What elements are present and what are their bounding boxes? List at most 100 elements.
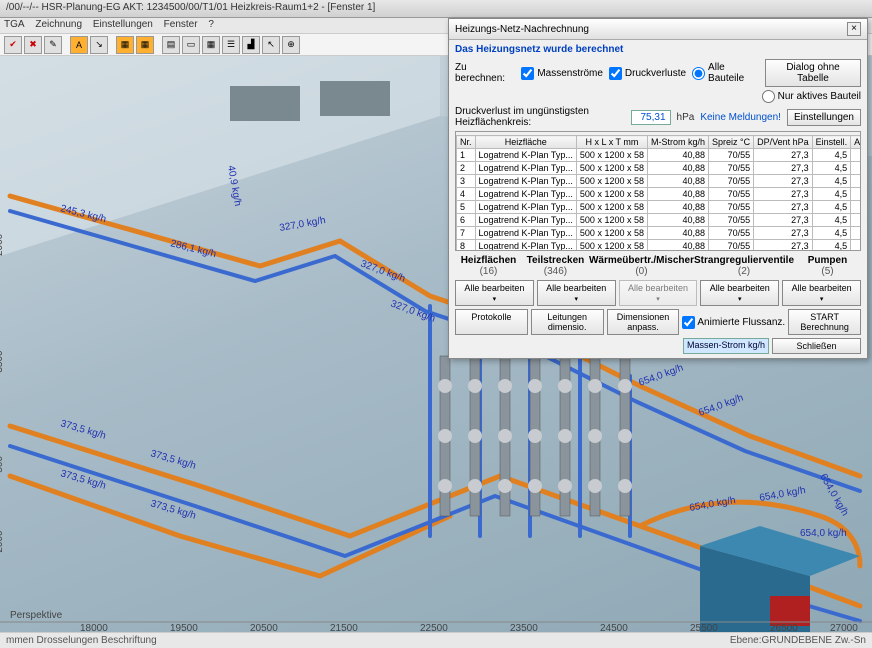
table-row[interactable]: 8Logatrend K-Plan Typ...500 x 1200 x 584… bbox=[457, 240, 862, 252]
svg-text:654,0 kg/h: 654,0 kg/h bbox=[759, 485, 807, 504]
table-row[interactable]: 6Logatrend K-Plan Typ...500 x 1200 x 584… bbox=[457, 214, 862, 227]
col-header[interactable]: Nr. bbox=[457, 136, 476, 149]
section-header: Wärmeübertr./Mischer(0) bbox=[589, 255, 694, 277]
svg-text:19500: 19500 bbox=[170, 623, 198, 632]
table-row[interactable]: 2Logatrend K-Plan Typ...500 x 1200 x 584… bbox=[457, 162, 862, 175]
svg-text:22500: 22500 bbox=[420, 623, 448, 632]
menu-help[interactable]: ? bbox=[208, 19, 214, 30]
menu-fenster[interactable]: Fenster bbox=[164, 19, 198, 30]
svg-text:24500: 24500 bbox=[600, 623, 628, 632]
tool-cal-icon[interactable]: ▦ bbox=[202, 36, 220, 54]
svg-text:25500: 25500 bbox=[690, 623, 718, 632]
btn-edit-all[interactable]: Alle bearbeiten ▾ bbox=[700, 280, 779, 306]
tool-x-icon[interactable]: ✖ bbox=[24, 36, 42, 54]
btn-leitungen[interactable]: Leitungen dimensio. bbox=[531, 309, 604, 335]
tool-arrow-icon[interactable]: ↘ bbox=[90, 36, 108, 54]
btn-protokolle[interactable]: Protokolle bbox=[455, 309, 528, 335]
svg-text:26500: 26500 bbox=[770, 623, 798, 632]
col-header[interactable]: H x L x T mm bbox=[576, 136, 647, 149]
svg-text:-500: -500 bbox=[0, 456, 5, 476]
dialog-message: Das Heizungsnetz wurde berechnet bbox=[455, 44, 861, 55]
btn-dimension[interactable]: Dimensionen anpass. bbox=[607, 309, 680, 335]
svg-text:27000: 27000 bbox=[830, 623, 858, 632]
cb-dp[interactable]: Druckverluste bbox=[609, 67, 686, 80]
tool-edit-icon[interactable]: ✎ bbox=[44, 36, 62, 54]
mass-select[interactable]: Massen-Strom kg/h bbox=[683, 338, 769, 354]
results-table: Nr.HeizflächeH x L x T mmM-Strom kg/hSpr… bbox=[456, 135, 861, 251]
col-header[interactable]: Einstell. bbox=[812, 136, 851, 149]
btn-start[interactable]: START Berechnung bbox=[788, 309, 861, 335]
dp-label: Druckverlust im ungünstigsten Heizfläche… bbox=[455, 106, 625, 128]
table-row[interactable]: 5Logatrend K-Plan Typ...500 x 1200 x 584… bbox=[457, 201, 862, 214]
svg-text:654,0 kg/h: 654,0 kg/h bbox=[689, 495, 737, 514]
tool-grid2-icon[interactable]: ▦ bbox=[136, 36, 154, 54]
svg-text:373,5 kg/h: 373,5 kg/h bbox=[59, 468, 107, 491]
tool-check-icon[interactable]: ✔ bbox=[4, 36, 22, 54]
dialog-title: Heizungs-Netz-Nachrechnung bbox=[455, 24, 589, 35]
svg-text:654,0 kg/h: 654,0 kg/h bbox=[800, 528, 847, 539]
btn-edit-all[interactable]: Alle bearbeiten ▾ bbox=[782, 280, 861, 306]
dialog-title-bar[interactable]: Heizungs-Netz-Nachrechnung × bbox=[449, 19, 867, 40]
tool-zoom-icon[interactable]: ⊕ bbox=[282, 36, 300, 54]
svg-text:21500: 21500 bbox=[330, 623, 358, 632]
btn-close[interactable]: Schließen bbox=[772, 338, 861, 354]
svg-text:654,0 kg/h: 654,0 kg/h bbox=[817, 472, 850, 518]
btn-no-table[interactable]: Dialog ohne Tabelle bbox=[765, 59, 861, 87]
btn-edit-all[interactable]: Alle bearbeiten ▾ bbox=[455, 280, 534, 306]
cb-anim[interactable]: Animierte Flussanz. bbox=[682, 309, 785, 335]
btn-settings[interactable]: Einstellungen bbox=[787, 109, 861, 126]
btn-edit-all[interactable]: Alle bearbeiten ▾ bbox=[537, 280, 616, 306]
col-header[interactable]: Spreiz °C bbox=[709, 136, 754, 149]
section-header: Heizflächen(16) bbox=[455, 255, 522, 277]
table-row[interactable]: 7Logatrend K-Plan Typ...500 x 1200 x 584… bbox=[457, 227, 862, 240]
tool-layers-icon[interactable]: ▤ bbox=[162, 36, 180, 54]
messages-link[interactable]: Keine Meldungen! bbox=[700, 112, 781, 123]
tool-list-icon[interactable]: ☰ bbox=[222, 36, 240, 54]
radio-active[interactable]: Nur aktives Bauteil bbox=[762, 90, 861, 103]
col-header[interactable]: Ausl.-WL W bbox=[851, 136, 861, 149]
close-icon[interactable]: × bbox=[847, 22, 861, 36]
compute-label: Zu berechnen: bbox=[455, 62, 515, 84]
cb-mass[interactable]: Massenströme bbox=[521, 67, 603, 80]
section-header: Strangregulierventile(2) bbox=[694, 255, 794, 277]
status-left: mmen Drosselungen Beschriftung bbox=[6, 635, 157, 646]
window-title: /00/--/-- HSR-Planung-EG AKT: 1234500/00… bbox=[6, 2, 375, 13]
section-header: Pumpen(5) bbox=[794, 255, 861, 277]
table-row[interactable]: 1Logatrend K-Plan Typ...500 x 1200 x 584… bbox=[457, 149, 862, 162]
svg-text:327,0 kg/h: 327,0 kg/h bbox=[279, 215, 327, 234]
svg-text:373,5 kg/h: 373,5 kg/h bbox=[149, 498, 197, 521]
svg-text:373,5 kg/h: 373,5 kg/h bbox=[59, 418, 107, 441]
svg-text:-3500: -3500 bbox=[0, 350, 5, 376]
menu-tga[interactable]: TGA bbox=[4, 19, 25, 30]
btn-edit-all: Alle bearbeiten ▾ bbox=[619, 280, 698, 306]
svg-text:327,0 kg/h: 327,0 kg/h bbox=[359, 258, 407, 284]
tool-cursor-icon[interactable]: ↖ bbox=[262, 36, 280, 54]
calc-dialog: Heizungs-Netz-Nachrechnung × Das Heizung… bbox=[448, 18, 868, 359]
menu-einstellungen[interactable]: Einstellungen bbox=[93, 19, 153, 30]
dp-value: 75,31 bbox=[631, 110, 671, 125]
svg-text:654,0 kg/h: 654,0 kg/h bbox=[637, 363, 685, 389]
svg-text:18000: 18000 bbox=[80, 623, 108, 632]
dp-unit: hPa bbox=[677, 112, 695, 123]
tool-box-icon[interactable]: ▭ bbox=[182, 36, 200, 54]
svg-text:-2000: -2000 bbox=[0, 530, 5, 556]
section-header: Teilstrecken(346) bbox=[522, 255, 589, 277]
tool-a-icon[interactable]: A bbox=[70, 36, 88, 54]
col-header[interactable]: Heizfläche bbox=[475, 136, 576, 149]
results-table-wrap[interactable]: Nr.HeizflächeH x L x T mmM-Strom kg/hSpr… bbox=[455, 131, 861, 251]
col-header[interactable]: M-Strom kg/h bbox=[647, 136, 708, 149]
svg-text:Perspektive: Perspektive bbox=[10, 610, 63, 621]
svg-text:20500: 20500 bbox=[250, 623, 278, 632]
svg-text:23500: 23500 bbox=[510, 623, 538, 632]
status-right: Ebene:GRUNDEBENE Zw.-Sn bbox=[730, 635, 866, 646]
col-header[interactable]: DP/Vent hPa bbox=[754, 136, 813, 149]
table-row[interactable]: 3Logatrend K-Plan Typ...500 x 1200 x 584… bbox=[457, 175, 862, 188]
tool-grid1-icon[interactable]: ▦ bbox=[116, 36, 134, 54]
tool-stairs-icon[interactable]: ▟ bbox=[242, 36, 260, 54]
svg-text:2000: 2000 bbox=[0, 233, 5, 256]
svg-text:654,0 kg/h: 654,0 kg/h bbox=[697, 393, 745, 419]
menu-zeichnung[interactable]: Zeichnung bbox=[35, 19, 82, 30]
table-row[interactable]: 4Logatrend K-Plan Typ...500 x 1200 x 584… bbox=[457, 188, 862, 201]
svg-text:373,5 kg/h: 373,5 kg/h bbox=[149, 448, 197, 471]
radio-all[interactable]: Alle Bauteile bbox=[692, 62, 759, 84]
